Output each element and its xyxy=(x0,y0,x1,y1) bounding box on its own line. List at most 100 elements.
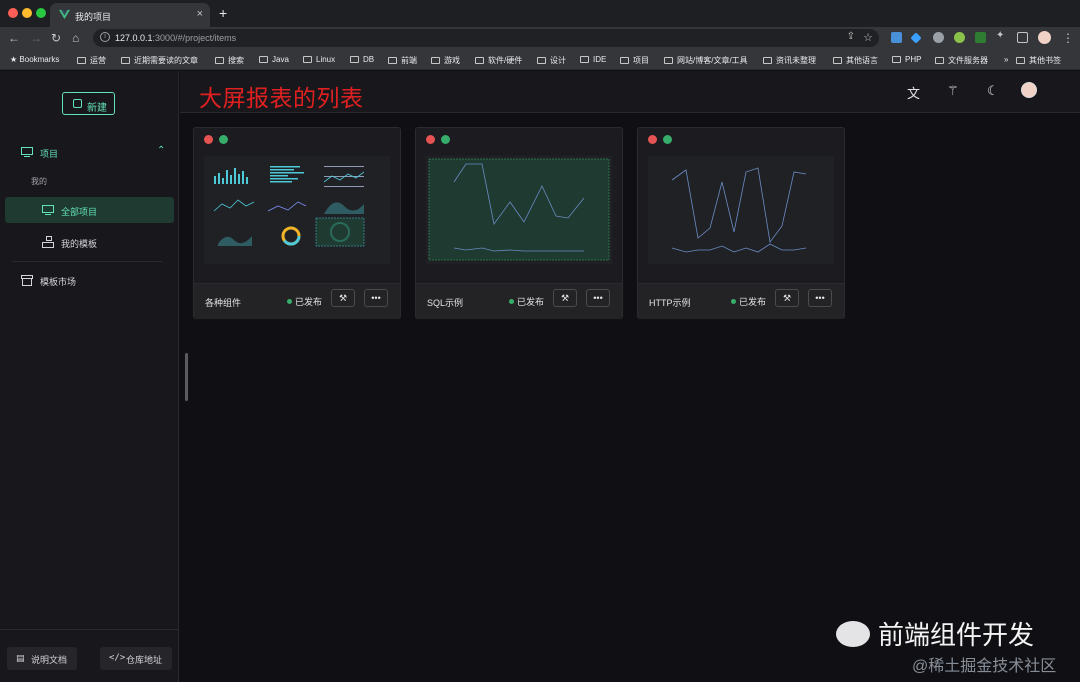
page-header: 大屏报表的列表 文 ⚚ ☾ xyxy=(180,71,1080,113)
close-dot-icon[interactable] xyxy=(648,135,657,144)
sidebar-resize-handle[interactable] xyxy=(185,353,188,401)
store-icon xyxy=(21,275,33,286)
card-footer: 各种组件 已发布 ⚒ ••• xyxy=(194,283,400,319)
menu-kebab-icon[interactable]: ⋮ xyxy=(1062,31,1074,45)
project-card[interactable]: SQL示例 已发布 ⚒ ••• xyxy=(415,127,623,319)
sidebar-item-my-templates[interactable]: 我的模板 xyxy=(5,229,174,255)
bookmarks-bar: ★ Bookmarks 运营 近期需要读的文章 搜索 Java Linux DB… xyxy=(0,49,1080,70)
bookmark-folder[interactable]: IDE xyxy=(580,55,606,64)
more-options-button[interactable]: ••• xyxy=(586,289,610,307)
extension-icon[interactable] xyxy=(891,32,902,43)
wechat-logo-icon xyxy=(836,621,870,647)
status-badge: 已发布 xyxy=(509,295,544,308)
back-icon[interactable]: ← xyxy=(8,31,20,45)
bookmark-folder[interactable]: 前端 xyxy=(388,55,417,66)
bookmark-folder[interactable]: 游戏 xyxy=(431,55,460,66)
open-dot-icon[interactable] xyxy=(219,135,228,144)
sidepanel-icon[interactable] xyxy=(1017,32,1028,43)
monitor-icon xyxy=(42,205,54,215)
edit-hammer-button[interactable]: ⚒ xyxy=(775,289,799,307)
tab-title: 我的项目 xyxy=(75,12,112,22)
forward-icon[interactable]: → xyxy=(30,31,42,45)
vue-logo-icon xyxy=(59,9,70,20)
site-info-icon[interactable]: i xyxy=(100,32,110,42)
share-icon[interactable]: ⇪ xyxy=(847,31,855,42)
bookmark-folder[interactable]: 运营 xyxy=(77,55,106,66)
project-thumbnail[interactable] xyxy=(648,156,834,264)
status-badge: 已发布 xyxy=(287,295,322,308)
translate-icon[interactable]: 文 xyxy=(907,83,920,102)
new-project-button[interactable]: 新建 xyxy=(62,92,115,115)
extension-icon[interactable] xyxy=(954,32,965,43)
bookmark-folder[interactable]: PHP xyxy=(892,55,921,64)
bookmark-folder[interactable]: 文件服务器 xyxy=(935,55,988,66)
more-options-button[interactable]: ••• xyxy=(808,289,832,307)
close-window-button[interactable] xyxy=(8,8,18,18)
project-thumbnail[interactable] xyxy=(426,156,612,264)
document-icon: ▤ xyxy=(16,653,25,663)
chevron-up-icon: ⌃ xyxy=(157,145,166,156)
sidebar: 新建 项目 ⌃ 我的 全部项目 我的模板 模板市场 ▤ 说明文档 </> 仓库地… xyxy=(0,71,179,682)
open-dot-icon[interactable] xyxy=(441,135,450,144)
bookmark-folder[interactable]: 项目 xyxy=(620,55,649,66)
magic-wand-icon[interactable]: ⚚ xyxy=(947,83,959,99)
repo-button[interactable]: </> 仓库地址 xyxy=(100,647,172,670)
code-icon: </> xyxy=(109,653,126,663)
close-dot-icon[interactable] xyxy=(204,135,213,144)
project-card[interactable]: HTTP示例 已发布 ⚒ ••• xyxy=(637,127,845,319)
sidebar-bottom-divider xyxy=(0,629,178,630)
bookmark-folder[interactable]: 近期需要读的文章 xyxy=(121,55,198,66)
address-toolbar: ← → ↻ ⌂ i 127.0.0.1:3000/#/project/items… xyxy=(0,27,1080,49)
gem-extension-icon[interactable] xyxy=(910,32,922,44)
bookmarks-overflow[interactable]: » xyxy=(1004,55,1008,64)
project-name: HTTP示例 xyxy=(649,298,691,308)
sidebar-divider xyxy=(12,261,162,262)
bookmark-star-icon[interactable]: ☆ xyxy=(863,31,873,44)
page-title: 大屏报表的列表 xyxy=(199,85,364,111)
card-footer: HTTP示例 已发布 ⚒ ••• xyxy=(638,283,844,319)
browser-tab-bar: 我的项目 × + xyxy=(0,0,1080,27)
project-card[interactable]: 各种组件 已发布 ⚒ ••• xyxy=(193,127,401,319)
minimize-window-button[interactable] xyxy=(22,8,32,18)
bookmark-folder[interactable]: 其他语言 xyxy=(833,55,878,66)
wechat-watermark: 前端组件开发 xyxy=(836,615,1034,652)
docs-button[interactable]: ▤ 说明文档 xyxy=(7,647,77,670)
sidebar-item-all-projects[interactable]: 全部项目 xyxy=(5,197,174,223)
sidebar-item-template-market[interactable]: 模板市场 xyxy=(0,267,179,293)
user-avatar[interactable] xyxy=(1021,82,1037,98)
edit-hammer-button[interactable]: ⚒ xyxy=(553,289,577,307)
bookmark-folder[interactable]: 资讯未整理 xyxy=(763,55,816,66)
bookmark-folder[interactable]: 设计 xyxy=(537,55,566,66)
url-bar[interactable]: i 127.0.0.1:3000/#/project/items ⇪ ☆ xyxy=(93,29,879,47)
new-tab-button[interactable]: + xyxy=(219,5,227,21)
close-dot-icon[interactable] xyxy=(426,135,435,144)
maximize-window-button[interactable] xyxy=(36,8,46,18)
extension-icon[interactable] xyxy=(933,32,944,43)
bookmark-folder[interactable]: Linux xyxy=(303,55,335,64)
bookmark-folder[interactable]: Java xyxy=(259,55,289,64)
more-options-button[interactable]: ••• xyxy=(364,289,388,307)
other-bookmarks-folder[interactable]: 其他书签 xyxy=(1016,55,1061,66)
bookmark-folder[interactable]: 搜索 xyxy=(215,55,244,66)
card-footer: SQL示例 已发布 ⚒ ••• xyxy=(416,283,622,319)
extension-icon[interactable] xyxy=(975,32,986,43)
moon-icon[interactable]: ☾ xyxy=(987,83,999,99)
close-tab-icon[interactable]: × xyxy=(197,8,203,20)
monitor-icon xyxy=(21,147,33,157)
bookmark-folder[interactable]: DB xyxy=(350,55,374,64)
status-badge: 已发布 xyxy=(731,295,766,308)
bookmark-folder[interactable]: 网站/博客/文章/工具 xyxy=(664,55,748,66)
profile-avatar-icon[interactable] xyxy=(1038,31,1051,44)
browser-tab[interactable]: 我的项目 × xyxy=(50,3,210,27)
project-thumbnail[interactable] xyxy=(204,156,390,264)
add-icon xyxy=(73,99,82,108)
reload-icon[interactable]: ↻ xyxy=(51,31,61,45)
edit-hammer-button[interactable]: ⚒ xyxy=(331,289,355,307)
home-icon[interactable]: ⌂ xyxy=(72,31,79,45)
sidebar-group-projects[interactable]: 项目 ⌃ xyxy=(0,139,179,165)
project-name: 各种组件 xyxy=(205,298,242,308)
bookmark-folder[interactable]: 软件/硬件 xyxy=(475,55,522,66)
open-dot-icon[interactable] xyxy=(663,135,672,144)
bookmarks-star[interactable]: ★ Bookmarks xyxy=(10,55,59,64)
puzzle-icon[interactable]: ✦ xyxy=(996,30,1007,41)
